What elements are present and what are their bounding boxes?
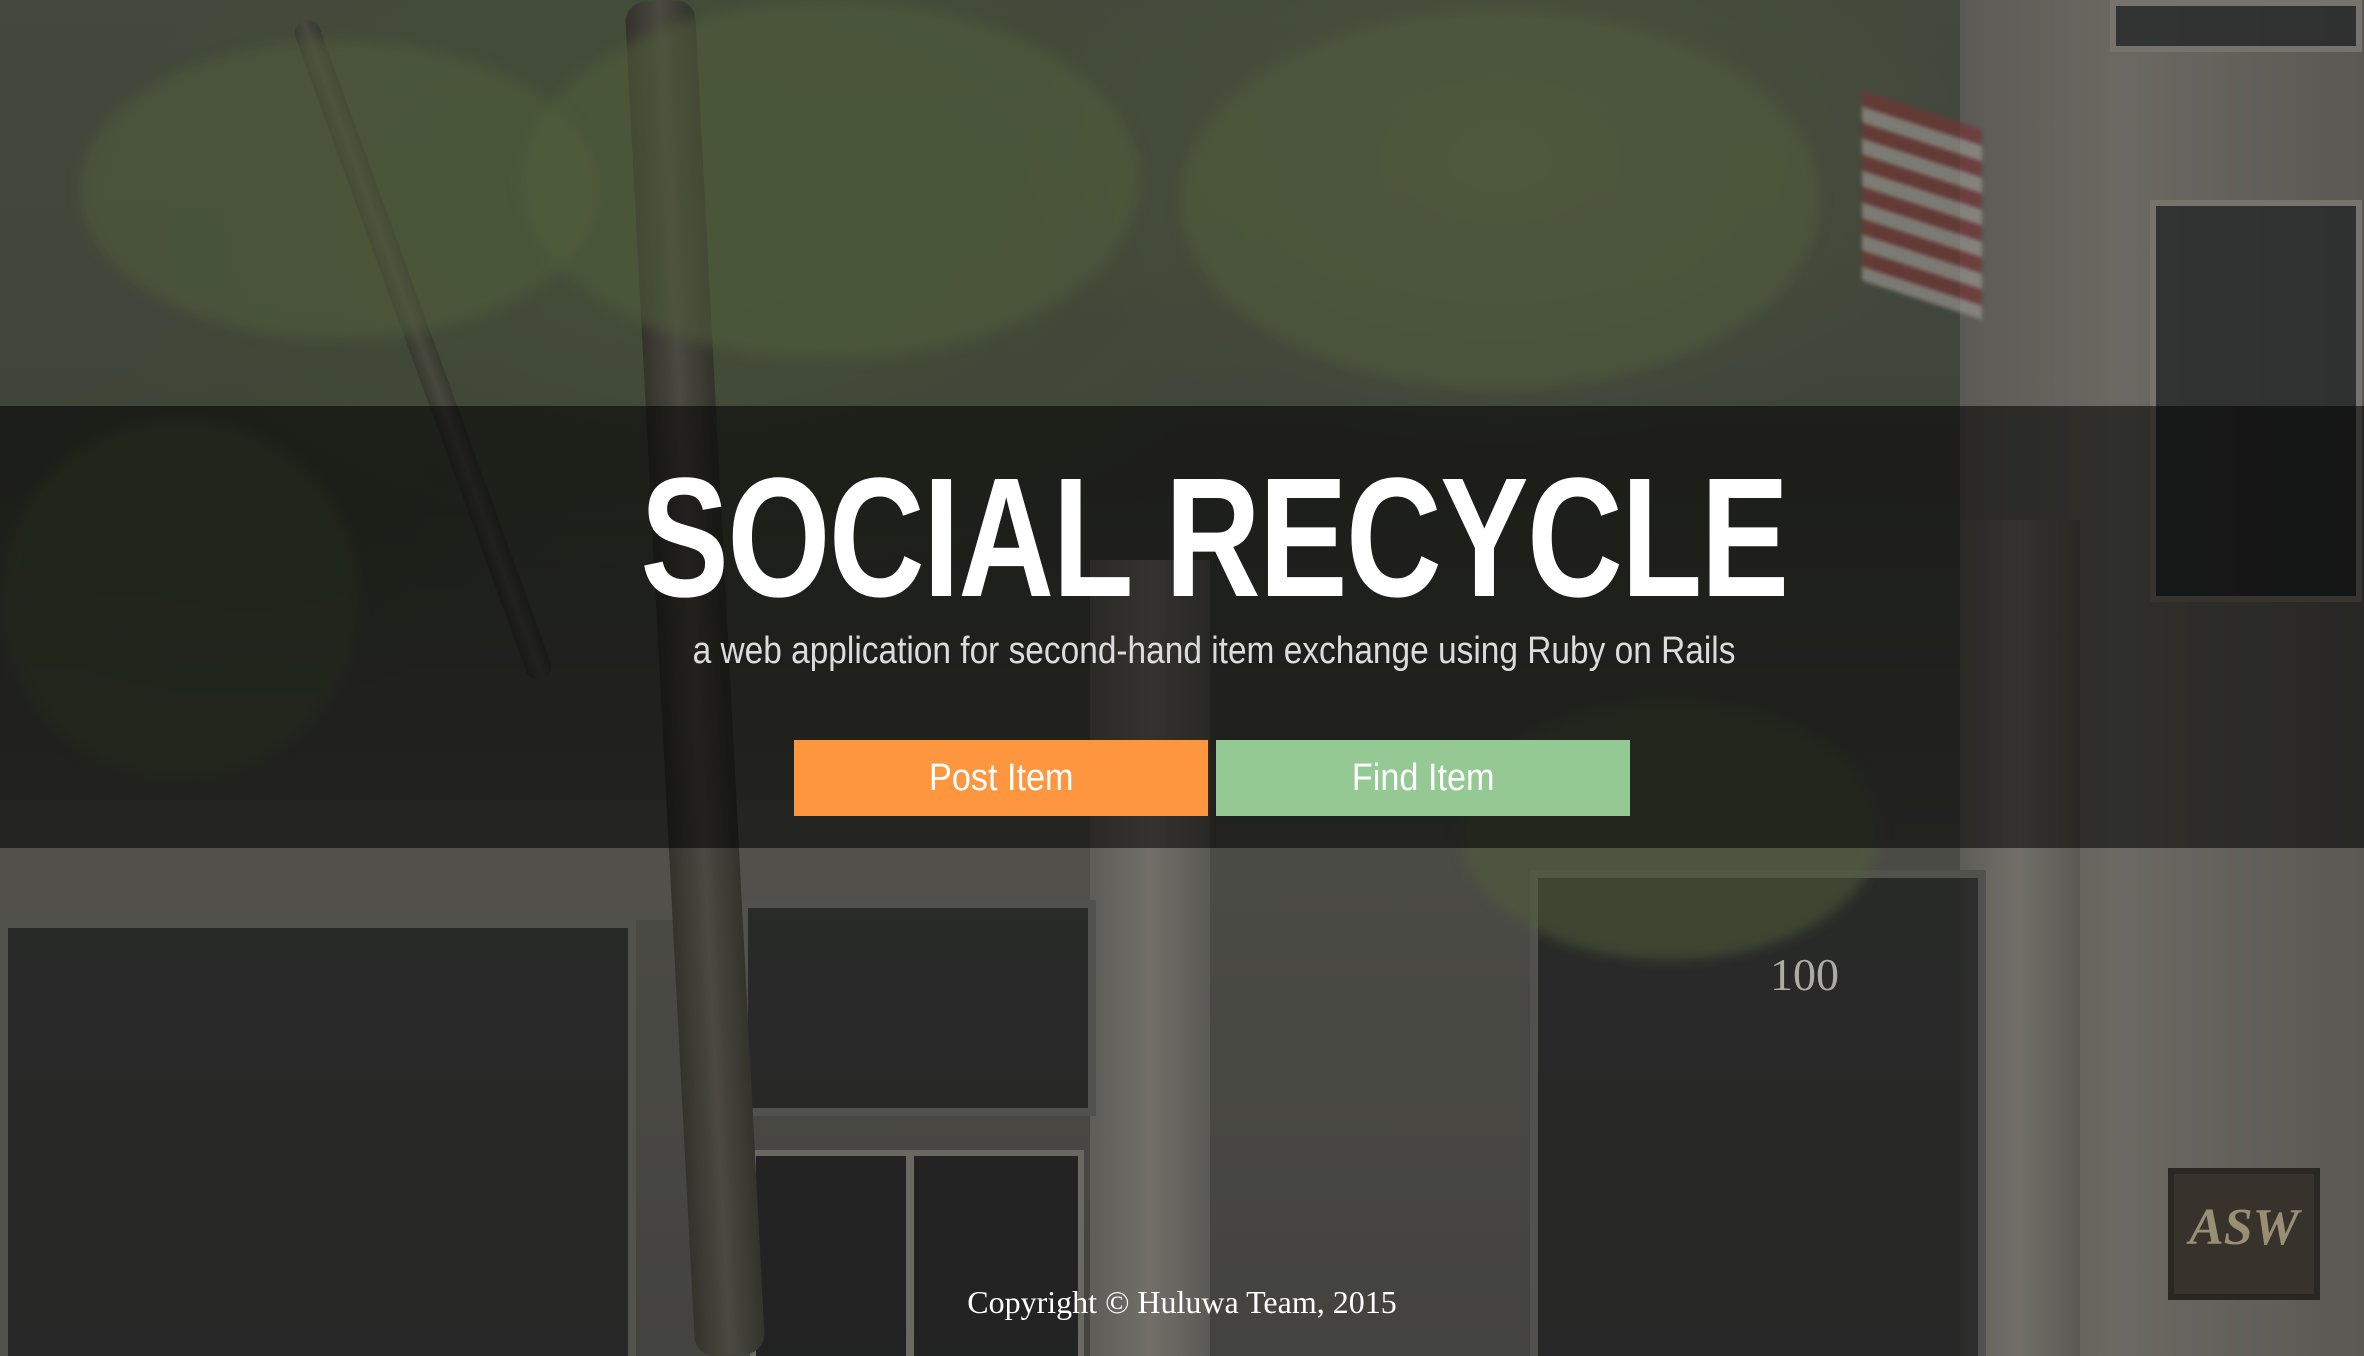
find-item-button[interactable]: Find Item [1216, 740, 1630, 816]
hero-title: SOCIAL RECYCLE [640, 443, 1789, 633]
footer-copyright: Copyright © Huluwa Team, 2015 [967, 1284, 1397, 1320]
post-item-label: Post Item [928, 757, 1074, 799]
post-item-button[interactable]: Post Item [794, 740, 1208, 816]
find-item-label: Find Item [1351, 757, 1495, 799]
landing-page: 100 ASW SOCIAL RECYCLE a web application… [0, 0, 2364, 1356]
hero-subtitle: a web application for second-hand item e… [692, 630, 1736, 672]
